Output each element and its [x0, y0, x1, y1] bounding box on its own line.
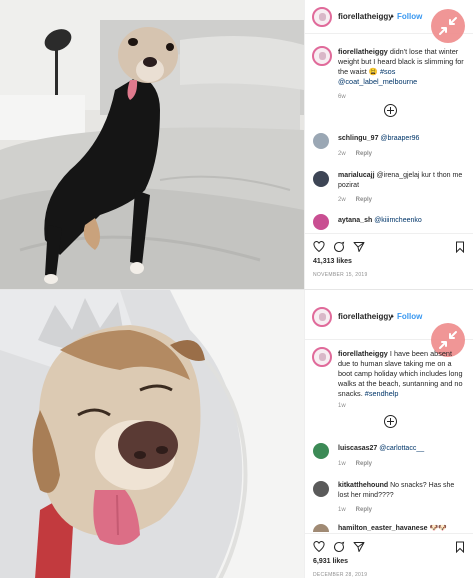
- post-1-photo[interactable]: [0, 0, 304, 289]
- post-2-actions: [305, 533, 473, 559]
- comment-icon[interactable]: [333, 541, 345, 553]
- comment-avatar[interactable]: [313, 214, 329, 230]
- comment-icon[interactable]: [333, 241, 345, 253]
- caption-mention[interactable]: @coat_label_melbourne: [338, 77, 417, 86]
- caption-username[interactable]: fiorellatheiggy: [338, 47, 388, 56]
- caption-avatar[interactable]: [312, 46, 332, 66]
- post-1-side-panel: fiorellatheiggy • Follow fiorellatheiggy…: [304, 0, 473, 289]
- caption-hashtag[interactable]: #sendhelp: [365, 389, 399, 398]
- save-bookmark-icon[interactable]: [455, 541, 465, 553]
- comment-text: hamilton_easter_havanese 🐶🐶: [338, 524, 466, 532]
- post-2-side-panel: fiorellatheiggy • Follow fiorellatheiggy…: [304, 290, 473, 578]
- comment-avatar[interactable]: [313, 481, 329, 497]
- profile-avatar[interactable]: [312, 307, 332, 327]
- profile-avatar[interactable]: [312, 7, 332, 27]
- post-date: DECEMBER 28, 2019: [313, 572, 368, 578]
- likes-count[interactable]: 41,313 likes: [313, 258, 352, 265]
- post-1-caption: fiorellatheiggy didn't lose that winter …: [338, 47, 466, 87]
- load-more-comments-icon[interactable]: [384, 415, 397, 428]
- comment-time: 2w: [338, 151, 346, 157]
- header-dot: •: [391, 12, 394, 21]
- comment-body[interactable]: @kiiimcheenko: [374, 217, 422, 224]
- header-username[interactable]: fiorellatheiggy: [338, 312, 393, 321]
- post-2-caption: fiorellatheiggy I have been absent due t…: [338, 349, 466, 399]
- post-2-photo[interactable]: [0, 290, 304, 578]
- dog-in-black-sweater-image: [0, 0, 304, 289]
- comment-text: luiscasas27 @carlottacc__: [338, 444, 466, 454]
- caption-username[interactable]: fiorellatheiggy: [338, 349, 388, 358]
- heart-icon[interactable]: [313, 241, 325, 253]
- follow-button[interactable]: Follow: [397, 12, 422, 21]
- comment-meta: 1w Reply: [338, 507, 382, 513]
- comment-username[interactable]: luiscasas27: [338, 445, 377, 452]
- collapse-arrows-icon: [439, 331, 457, 349]
- caption-avatar[interactable]: [312, 347, 332, 367]
- comment-username[interactable]: schlingu_97: [338, 135, 378, 142]
- load-more-comments-icon[interactable]: [384, 104, 397, 117]
- reply-button[interactable]: Reply: [356, 151, 372, 157]
- collapse-arrows-icon: [439, 17, 457, 35]
- comment-text: kitkatthehound No snacks? Has she lost h…: [338, 481, 466, 501]
- collapse-badge[interactable]: [431, 9, 465, 43]
- caption-hashtag[interactable]: #sos: [380, 67, 395, 76]
- reply-button[interactable]: Reply: [356, 507, 372, 513]
- comment-time: 1w: [338, 507, 346, 513]
- comment-text: marialucajj @irena_gjelaj kur t thon me …: [338, 171, 466, 191]
- comment-meta: 1w Reply: [338, 461, 382, 467]
- comment-avatar[interactable]: [313, 133, 329, 149]
- comment-body[interactable]: @braaper96: [380, 135, 419, 142]
- reply-button[interactable]: Reply: [356, 197, 372, 203]
- comment-time: 2w: [338, 197, 346, 203]
- comment-avatar[interactable]: [313, 171, 329, 187]
- comment-time: 1w: [338, 461, 346, 467]
- save-bookmark-icon[interactable]: [455, 241, 465, 253]
- comment-meta: 2w Reply: [338, 151, 382, 157]
- likes-count[interactable]: 6,931 likes: [313, 558, 348, 565]
- comment-username[interactable]: kitkatthehound: [338, 482, 388, 489]
- caption-time: 6w: [338, 94, 346, 100]
- comment-username[interactable]: aytana_sh: [338, 217, 372, 224]
- header-username[interactable]: fiorellatheiggy: [338, 12, 393, 21]
- comment-username[interactable]: marialucajj: [338, 172, 375, 179]
- post-date: NOVEMBER 15, 2019: [313, 272, 368, 278]
- comment-body: 🐶🐶: [429, 525, 447, 532]
- header-dot: •: [391, 312, 394, 321]
- post-1: fiorellatheiggy • Follow fiorellatheiggy…: [0, 0, 473, 289]
- post-1-actions: [305, 233, 473, 259]
- caption-time: 1w: [338, 403, 346, 409]
- sleepy-dog-image: [0, 290, 304, 578]
- heart-icon[interactable]: [313, 541, 325, 553]
- comment-text: aytana_sh @kiiimcheenko: [338, 216, 466, 226]
- share-icon[interactable]: [353, 541, 365, 553]
- follow-button[interactable]: Follow: [397, 312, 422, 321]
- comment-text: schlingu_97 @braaper96: [338, 134, 466, 144]
- share-icon[interactable]: [353, 241, 365, 253]
- comment-avatar[interactable]: [313, 524, 329, 532]
- reply-button[interactable]: Reply: [356, 461, 372, 467]
- post-2: fiorellatheiggy • Follow fiorellatheiggy…: [0, 289, 473, 578]
- comment-meta: 2w Reply: [338, 197, 382, 203]
- comment-body[interactable]: @carlottacc__: [379, 445, 424, 452]
- comment-username[interactable]: hamilton_easter_havanese: [338, 525, 428, 532]
- comment-avatar[interactable]: [313, 443, 329, 459]
